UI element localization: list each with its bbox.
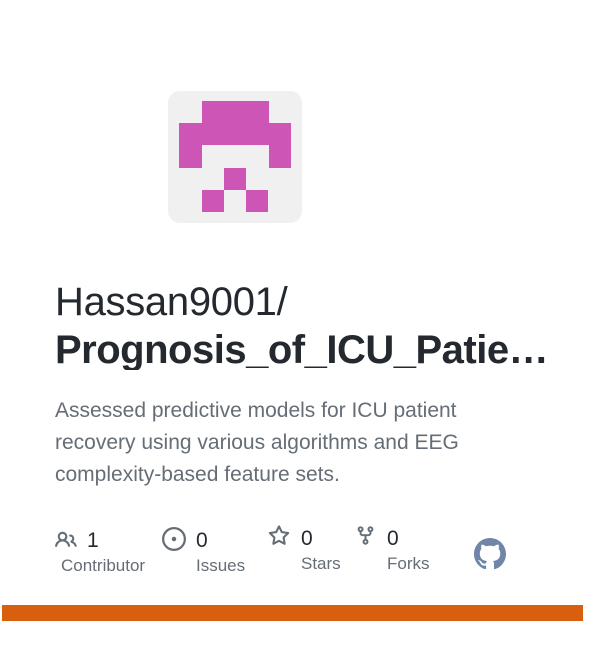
language-color-bar <box>2 605 583 621</box>
repo-description: Assessed predictive models for ICU patie… <box>55 399 459 486</box>
issue-opened-icon <box>162 527 186 551</box>
issues-label: Issues <box>196 556 246 575</box>
identicon-icon <box>179 101 291 212</box>
contributors-count: 1 <box>87 529 99 552</box>
contributors-label: Contributor <box>61 556 146 575</box>
stars-label: Stars <box>301 554 341 573</box>
repo-forked-icon <box>357 526 374 545</box>
repo-owner[interactable]: Hassan9001/ <box>55 282 288 322</box>
forks-count: 0 <box>387 527 399 550</box>
owner-avatar-identicon <box>168 91 302 223</box>
repo-name[interactable]: Prognosis_of_ICU_Patient_Recovery <box>55 330 560 370</box>
forks-label: Forks <box>387 554 430 573</box>
stars-count: 0 <box>301 527 313 550</box>
star-icon <box>268 525 290 545</box>
people-icon <box>55 531 77 547</box>
github-icon[interactable] <box>474 538 506 570</box>
issues-count: 0 <box>196 529 208 552</box>
